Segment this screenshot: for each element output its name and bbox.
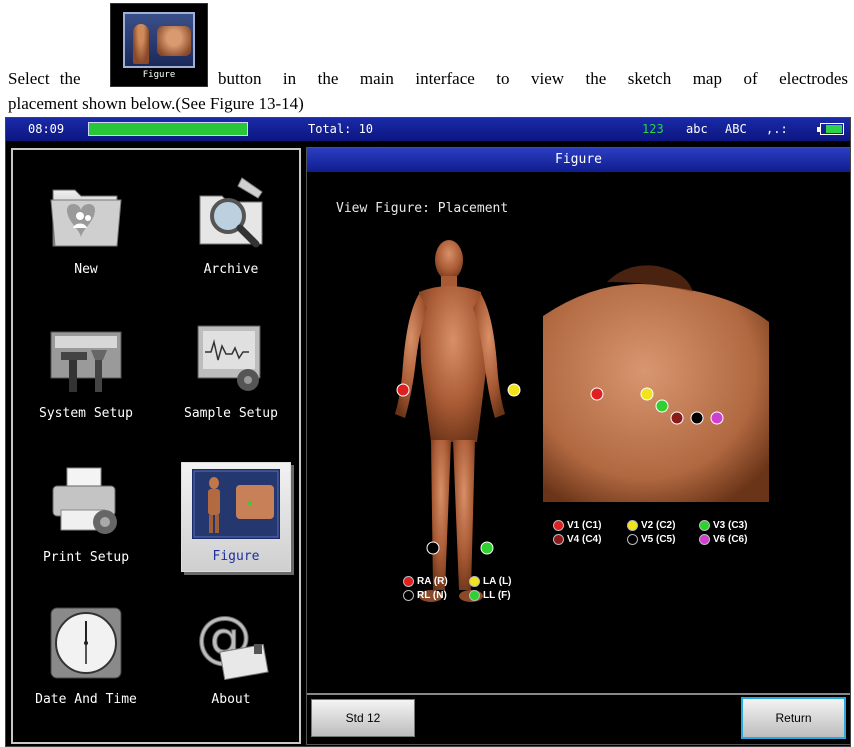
main-menu: New Archive System Setup Sample Setup Pr… xyxy=(11,148,301,744)
electrode-v6 xyxy=(710,411,724,425)
input-mode-ABC[interactable]: ABC xyxy=(725,122,747,136)
document-line-1-right: button in the main interface to view the… xyxy=(218,69,848,88)
legend-v2: V2 (C2) xyxy=(627,520,675,531)
legend-ll: LL (F) xyxy=(469,590,511,601)
menu-label-about: About xyxy=(211,692,251,707)
figure-thumbnail-image xyxy=(123,12,195,68)
menu-item-date-and-time[interactable]: Date And Time xyxy=(21,596,151,716)
toolbox-icon xyxy=(50,331,122,392)
document-line-1: Select the button in the main interface … xyxy=(8,69,848,89)
legend-v6: V6 (C6) xyxy=(699,534,747,545)
electrode-placement-figure xyxy=(395,240,769,602)
magnifier-folder-icon xyxy=(199,177,263,248)
menu-label-print-setup: Print Setup xyxy=(42,550,130,565)
legend-v4: V4 (C4) xyxy=(553,534,601,545)
electrode-la xyxy=(507,383,521,397)
figure-panel: Figure View Figure: Placement V1 (C1) V2… xyxy=(306,147,850,745)
progress-bar xyxy=(88,122,248,136)
menu-item-print-setup[interactable]: Print Setup xyxy=(21,454,151,574)
total-count: Total: 10 xyxy=(308,122,374,136)
menu-label-system-setup: System Setup xyxy=(39,406,133,421)
clock-time: 08:09 xyxy=(28,122,65,136)
menu-label-archive: Archive xyxy=(203,262,259,277)
menu-item-archive[interactable]: Archive xyxy=(166,166,296,286)
menu-label-sample-setup: Sample Setup xyxy=(184,406,278,421)
menu-item-new[interactable]: New xyxy=(21,166,151,286)
electrode-rl xyxy=(426,541,440,555)
legend-v1: V1 (C1) xyxy=(553,520,601,531)
electrode-v3 xyxy=(655,399,669,413)
panel-divider xyxy=(307,693,850,695)
menu-label-date-and-time: Date And Time xyxy=(35,692,137,707)
chest-illustration xyxy=(543,265,769,502)
electrode-v1 xyxy=(590,387,604,401)
figure-thumbnail-icon xyxy=(192,469,280,539)
monitor-gear-icon xyxy=(197,325,261,391)
legend-ra: RA (R) xyxy=(403,576,448,587)
input-mode-punct[interactable]: ,.: xyxy=(766,122,788,136)
electrode-ra xyxy=(396,383,410,397)
legend-la: LA (L) xyxy=(469,576,512,587)
menu-label-figure: Figure xyxy=(212,549,260,564)
legend-rl: RL (N) xyxy=(403,590,447,601)
menu-item-figure[interactable]: Figure xyxy=(181,462,291,572)
menu-item-system-setup[interactable]: System Setup xyxy=(21,310,151,430)
legend-v3: V3 (C3) xyxy=(699,520,747,531)
status-bar: 08:09 Total: 10 123 abc ABC ,.: xyxy=(6,118,850,141)
menu-item-about[interactable]: @ About xyxy=(166,596,296,716)
panel-title: Figure xyxy=(307,148,850,172)
electrode-v5 xyxy=(690,411,704,425)
std-12-button[interactable]: Std 12 xyxy=(311,699,415,737)
legend-v5: V5 (C5) xyxy=(627,534,675,545)
progress-fill xyxy=(89,123,247,135)
electrode-v4 xyxy=(670,411,684,425)
clock-icon xyxy=(50,607,122,679)
printer-icon xyxy=(52,467,117,534)
menu-item-sample-setup[interactable]: Sample Setup xyxy=(166,310,296,430)
device-screen: 08:09 Total: 10 123 abc ABC ,.: New Arch… xyxy=(5,117,851,747)
document-line-2: placement shown below.(See Figure 13-14) xyxy=(8,94,304,113)
input-mode-123[interactable]: 123 xyxy=(642,122,664,136)
document-line-1-left: Select the xyxy=(8,69,81,88)
battery-icon xyxy=(817,123,844,135)
folder-user-icon xyxy=(50,189,122,247)
electrode-ll xyxy=(480,541,494,555)
input-mode-abc[interactable]: abc xyxy=(686,122,708,136)
menu-label-new: New xyxy=(74,262,98,277)
at-sign-icon: @ xyxy=(196,606,269,681)
electrode-v2 xyxy=(640,387,654,401)
return-button[interactable]: Return xyxy=(741,697,846,739)
